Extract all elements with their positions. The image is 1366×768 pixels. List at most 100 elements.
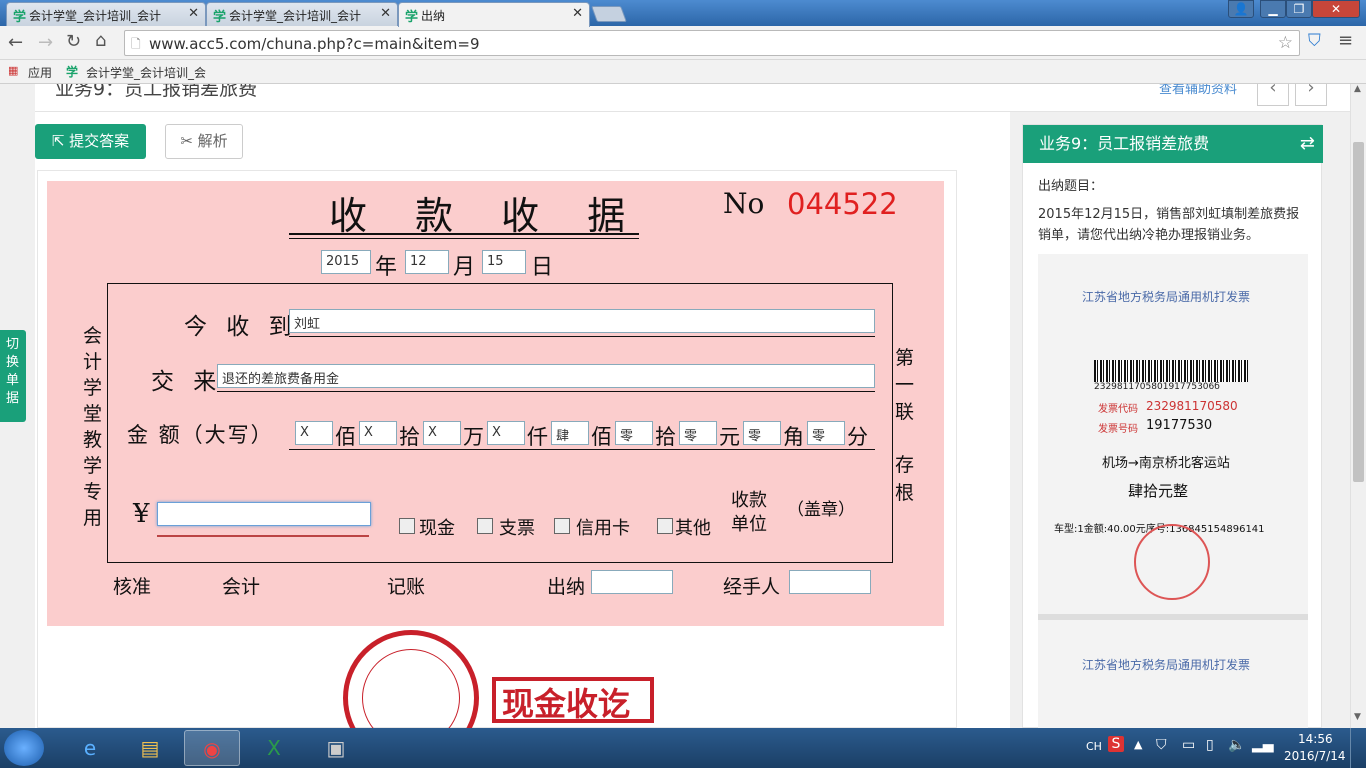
help-link[interactable]: 查看辅助资料 [1159,84,1237,97]
browser-tab-active[interactable]: 学 出纳 ✕ [398,2,590,27]
minimize-icon[interactable]: ▁ [1260,0,1286,18]
amount-digit-input[interactable]: X [359,421,397,445]
handler-input[interactable] [789,570,871,594]
apps-grid-icon: ▦ [8,64,18,77]
close-window-icon[interactable]: ✕ [1312,0,1360,18]
bookmark-star-icon[interactable]: ☆ [1278,33,1293,53]
bookmark-site[interactable]: 会计学堂_会计培训_会 [86,64,206,81]
amount-unit: 角 [783,425,804,449]
ie-icon[interactable]: e [62,730,118,766]
other-checkbox[interactable] [657,518,673,534]
tray-expand-icon[interactable]: ▲ [1134,738,1142,751]
side-panel-header: 业务9：员工报销差旅费 ⇄ [1023,125,1323,163]
page-heading-bar: 业务9：员工报销差旅费 查看辅助资料 ‹ › [35,84,1350,112]
submit-label: 提交答案 [69,132,130,150]
analysis-button[interactable]: ✂ 解析 [165,124,243,159]
switch-document-tab[interactable]: 切换单据 [0,330,26,422]
start-button[interactable] [4,730,44,766]
close-tab-icon[interactable]: ✕ [380,6,391,21]
bookmark-apps[interactable]: 应用 [28,64,52,81]
submit-answer-button[interactable]: ⇱ 提交答案 [35,124,146,159]
browser-tab-2[interactable]: 学 会计学堂_会计培训_会计 ✕ [206,2,398,26]
credit-card-checkbox[interactable] [554,518,570,534]
clock-date[interactable]: 2016/7/14 [1284,749,1346,763]
swap-arrows-icon[interactable]: ⇄ [1300,125,1315,163]
yen-amount-input[interactable] [157,502,371,526]
scrollbar-thumb[interactable] [1353,142,1364,482]
receipt-number: 044522 [787,187,898,221]
invoice-image[interactable]: 江苏省地方税务局通用机打发票 232981170580191775306б 发票… [1038,254,1308,729]
address-bar[interactable]: 🗋 www.acc5.com/chuna.php?c=main&item=9 ☆ [124,30,1300,56]
amount-digit-input[interactable]: 零 [807,421,845,445]
page-scrollbar[interactable]: ▲ ▼ [1350,84,1366,728]
month-input[interactable]: 12 [405,250,449,274]
back-icon[interactable]: ← [8,32,23,53]
language-indicator[interactable]: CH [1086,740,1102,753]
invoice-ticket-2: 江苏省地方税务局通用机打发票 [1038,614,1308,729]
bookkeeper-label: 记账 [387,576,426,598]
left-vertical-note: 会计学堂教学专用 [83,325,103,529]
day-input[interactable]: 15 [482,250,526,274]
amount-digits-row: X 佰 X 拾 X 万 X 仟 肆 佰 零 拾 零 元 零 角 零 分 [289,421,889,449]
show-desktop-button[interactable] [1350,728,1366,768]
chrome-icon[interactable]: ◉ [184,730,240,766]
credit-card-label: 信用卡 [576,518,630,539]
home-icon[interactable]: ⌂ [95,30,106,51]
amount-digit-input[interactable]: X [487,421,525,445]
paid-for-input[interactable]: 退还的差旅费备用金 [217,364,875,388]
cash-checkbox[interactable] [399,518,415,534]
amount-unit: 元 [719,425,740,449]
amount-unit: 分 [847,425,868,449]
close-tab-icon[interactable]: ✕ [188,6,199,21]
seal-label: （盖章） [787,500,855,520]
yen-symbol: ¥ [133,499,150,529]
approve-label: 核准 [113,576,152,598]
code-value: 232981170580 [1146,399,1238,413]
close-tab-icon[interactable]: ✕ [572,6,583,21]
excel-icon[interactable]: X [246,730,302,766]
amount-digit-input[interactable]: 肆 [551,421,589,445]
year-input[interactable]: 2015 [321,250,371,274]
cashier-input[interactable] [591,570,673,594]
receipt-form: 收 款 收 据 No 044522 2015 年 12 月 15 日 会计学堂教… [47,181,944,626]
scroll-down-icon[interactable]: ▼ [1354,712,1361,722]
invoice-ticket: 江苏省地方税务局通用机打发票 232981170580191775306б 发票… [1038,254,1308,614]
year-label: 年 [375,255,398,280]
invoice-header: 江苏省地方税务局通用机打发票 [1082,290,1251,304]
forward-icon[interactable]: → [38,32,53,53]
signal-icon[interactable]: ▂▄ [1252,737,1274,753]
url-text: www.acc5.com/chuna.php?c=main&item=9 [149,35,480,53]
security-icon[interactable]: ⛉ [1156,737,1167,753]
amount-digit-input[interactable]: 零 [679,421,717,445]
shield-icon[interactable]: ⛉ [1308,31,1321,51]
menu-icon[interactable]: ≡ [1338,30,1353,51]
input-method-icon[interactable]: S [1108,736,1124,752]
barcode-number: 232981170580191775306б [1094,382,1220,392]
maximize-icon[interactable]: ❐ [1286,0,1312,18]
user-icon[interactable]: 👤 [1228,0,1254,18]
page-title: 业务9：员工报销差旅费 [55,84,258,100]
analysis-icon: ✂ [180,132,193,150]
check-checkbox[interactable] [477,518,493,534]
cash-paid-stamp[interactable]: 现金收讫 [492,677,654,723]
browser-tab-1[interactable]: 学 会计学堂_会计培训_会计 ✕ [6,2,206,26]
network-alert-icon[interactable]: ▭ [1182,737,1195,753]
prev-chevron-icon[interactable]: ‹ [1257,84,1289,106]
amount-digit-input[interactable]: X [295,421,333,445]
recorder-icon[interactable]: ▣ [308,730,364,766]
device-icon[interactable]: ▯ [1206,737,1214,753]
amount-digit-input[interactable]: X [423,421,461,445]
volume-icon[interactable]: 🔈 [1228,737,1245,753]
new-tab-button[interactable] [591,6,627,22]
clock-time[interactable]: 14:56 [1298,732,1333,746]
amount-digit-input[interactable]: 零 [743,421,781,445]
next-chevron-icon[interactable]: › [1295,84,1327,106]
scroll-up-icon[interactable]: ▲ [1354,84,1361,94]
amount-digit-input[interactable]: 零 [615,421,653,445]
reload-icon[interactable]: ↻ [66,31,81,52]
cash-label: 现金 [419,518,455,539]
folder-icon[interactable]: ▤ [122,730,178,766]
number-value: 19177530 [1146,418,1213,433]
received-from-input[interactable]: 刘虹 [289,309,875,333]
handler-label: 经手人 [723,576,781,598]
